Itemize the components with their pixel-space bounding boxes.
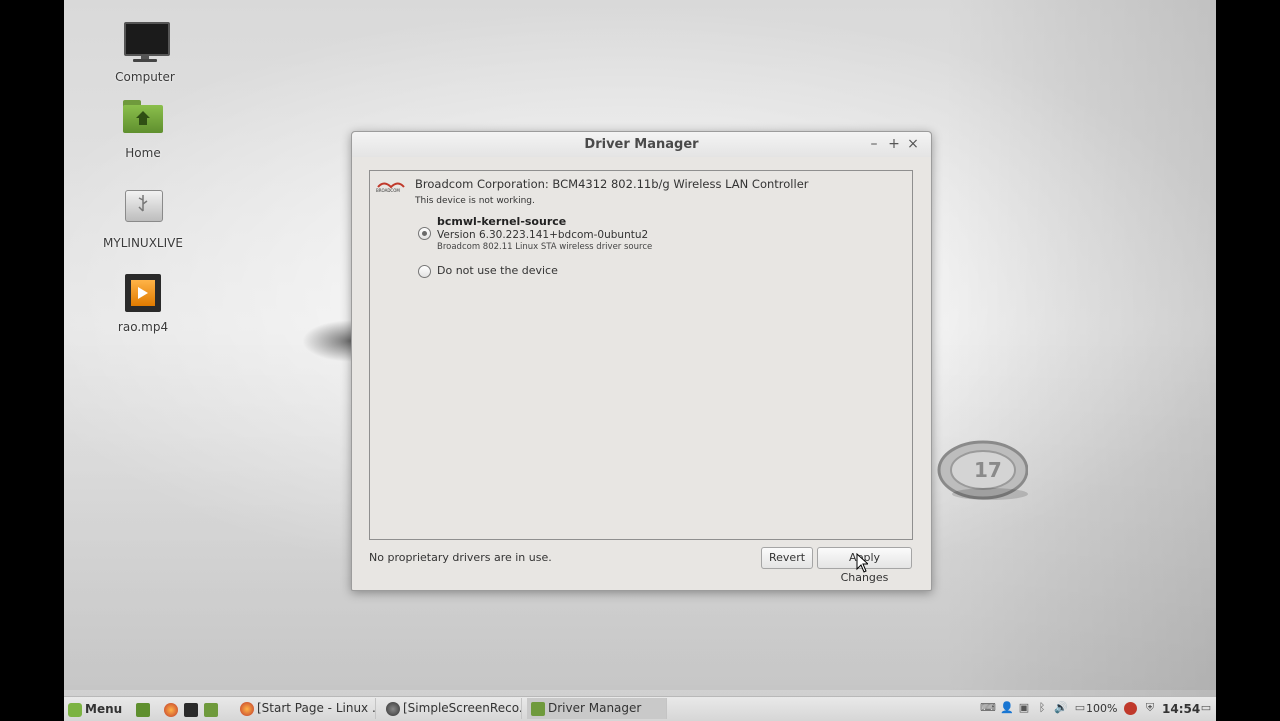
driver-option-radio-none[interactable]	[418, 265, 431, 278]
terminal-icon	[184, 702, 198, 717]
desktop-icon-mylinuxlive[interactable]: MYLINUXLIVE	[98, 188, 188, 250]
device-status: This device is not working.	[415, 196, 535, 206]
driver-option-none-label[interactable]: Do not use the device	[437, 264, 558, 277]
taskbar: Menu [Start Page - Linux ... [SimpleScre…	[64, 696, 1216, 721]
driver-list: BROADCOM Broadcom Corporation: BCM4312 8…	[369, 170, 913, 540]
desktop-icon-label: Home	[125, 146, 161, 160]
usb-drive-icon	[119, 188, 167, 232]
driver-manager-icon	[531, 701, 545, 716]
task-simplescreenrecorder[interactable]: [SimpleScreenReco...	[382, 698, 522, 719]
desktop-icon-label: MYLINUXLIVE	[103, 236, 183, 250]
window-title: Driver Manager	[584, 137, 699, 152]
task-start-page[interactable]: [Start Page - Linux ...	[236, 698, 376, 719]
shield-icon[interactable]: ⛨	[1144, 701, 1156, 715]
menu-label: Menu	[85, 702, 123, 716]
minimize-button[interactable]: –	[867, 136, 881, 152]
driver-option-radio-bcmwl[interactable]	[418, 227, 431, 240]
desktop-icon-label: Computer	[115, 70, 175, 84]
firefox-icon	[240, 701, 254, 716]
desktop-icon-rao-mp4[interactable]: rao.mp4	[98, 272, 188, 334]
maximize-button[interactable]: +	[887, 136, 901, 152]
task-driver-manager[interactable]: Driver Manager	[527, 698, 667, 719]
revert-button[interactable]: Revert	[761, 547, 814, 569]
driver-manager-window: Driver Manager – + × BROADCOM Broadcom C…	[351, 131, 932, 591]
battery-percent: 100%	[1086, 702, 1118, 715]
desktop-icon-home[interactable]: Home	[98, 98, 188, 160]
task-label: Driver Manager	[548, 701, 642, 715]
home-folder-icon	[119, 98, 167, 142]
keyboard-icon[interactable]: ⌨	[980, 701, 996, 715]
device-name: Broadcom Corporation: BCM4312 802.11b/g …	[415, 177, 809, 191]
mouse-cursor-icon	[856, 553, 868, 573]
task-label: [SimpleScreenReco...	[403, 701, 522, 715]
driver-option-description: Broadcom 802.11 Linux STA wireless drive…	[437, 242, 653, 252]
volume-icon[interactable]: 🔊	[1054, 701, 1068, 715]
recorder-icon	[386, 701, 400, 716]
desktop-icon-label: rao.mp4	[117, 320, 169, 334]
window-list-icon[interactable]: ▭	[1200, 701, 1212, 715]
terminal-launcher[interactable]	[184, 697, 201, 721]
menu-button[interactable]: Menu	[68, 697, 122, 721]
driver-option-name[interactable]: bcmwl-kernel-source	[437, 215, 566, 228]
clock[interactable]: 14:54	[1162, 697, 1200, 721]
desktop-icon-computer[interactable]: Computer	[100, 22, 190, 84]
driver-option-version: Version 6.30.223.141+bdcom-0ubuntu2	[437, 229, 649, 241]
files-launcher[interactable]	[204, 697, 221, 721]
window-titlebar[interactable]: Driver Manager – + ×	[352, 132, 931, 157]
mint-menu-icon	[68, 702, 82, 717]
task-label: [Start Page - Linux ...	[257, 701, 376, 715]
show-desktop-launcher[interactable]	[136, 697, 153, 721]
user-icon[interactable]: 👤	[1000, 701, 1014, 715]
driver-status-text: No proprietary drivers are in use.	[369, 551, 552, 564]
broadcom-logo-icon: BROADCOM	[376, 182, 405, 193]
firefox-icon	[164, 702, 178, 717]
close-button[interactable]: ×	[906, 136, 920, 152]
svg-text:BROADCOM: BROADCOM	[376, 188, 400, 193]
firefox-launcher[interactable]	[164, 697, 181, 721]
bluetooth-icon[interactable]: ᛒ	[1036, 701, 1048, 715]
battery-icon[interactable]: ▭	[1074, 701, 1086, 715]
show-desktop-icon	[136, 702, 150, 717]
record-indicator-icon[interactable]	[1124, 702, 1137, 715]
mint-logo-decoration: 17	[937, 440, 1028, 500]
video-file-icon	[119, 272, 167, 316]
folder-icon	[204, 702, 218, 717]
svg-text:17: 17	[974, 458, 1002, 482]
computer-icon	[121, 22, 170, 66]
network-icon[interactable]: ▣	[1018, 701, 1030, 715]
